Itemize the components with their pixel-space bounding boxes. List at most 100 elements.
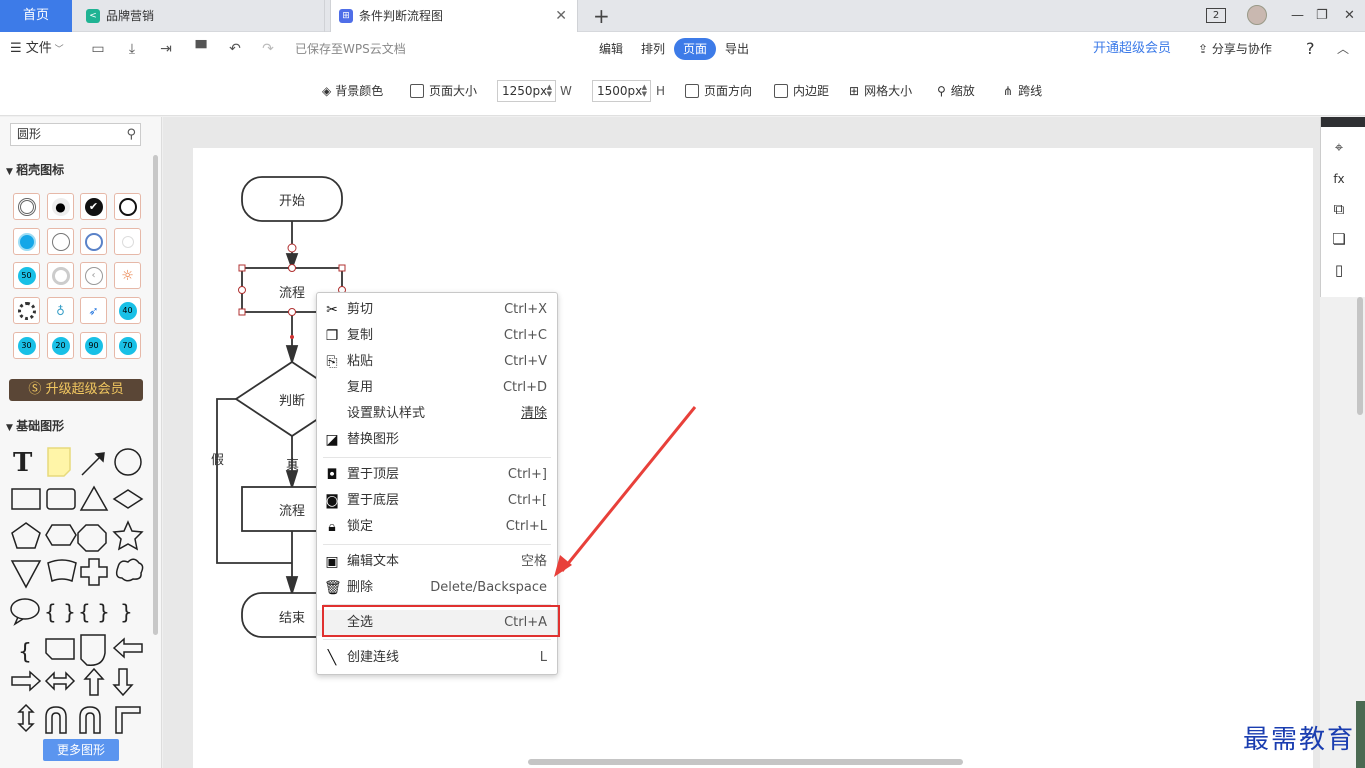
clear-style-link[interactable]: 清除: [521, 401, 547, 427]
grid-icon-item[interactable]: 70: [114, 332, 141, 359]
page-size-button[interactable]: 页面大小: [410, 66, 477, 116]
grid-icon-item[interactable]: [80, 228, 107, 255]
tab-export[interactable]: 导出: [716, 38, 758, 60]
add-tab-button[interactable]: +: [593, 0, 610, 32]
menu-item-lock[interactable]: 🔒︎ 锁定 Ctrl+L: [317, 514, 557, 540]
bg-color-button[interactable]: ◈ 背景颜色: [322, 66, 383, 116]
spinner-icon[interactable]: ▲ ▼: [547, 84, 552, 98]
right-tool-bar: ⌖ fx ⧉ ❏ ▯: [1320, 117, 1365, 297]
jump-line-icon: ⋔: [1003, 84, 1014, 98]
menu-item-cut[interactable]: ✂ 剪切 Ctrl+X: [317, 297, 557, 323]
tab-label: 品牌营销: [106, 9, 155, 23]
menu-item-default-style[interactable]: 设置默认样式 清除: [317, 401, 557, 427]
grid-icon-item[interactable]: [13, 228, 40, 255]
tab-arrange[interactable]: 排列: [632, 38, 674, 60]
grid-icon-item[interactable]: 50: [13, 262, 40, 289]
file-menu[interactable]: ☰ 文件 ﹀: [10, 32, 64, 66]
menu-item-paste[interactable]: ⎘ 粘贴 Ctrl+V: [317, 349, 557, 375]
vip-link[interactable]: 开通超级会员: [1093, 32, 1171, 66]
grid-icon-item[interactable]: ➶: [80, 297, 107, 324]
menu-item-edit-text[interactable]: ▣ 编辑文本 空格: [317, 549, 557, 575]
spinner-icon[interactable]: ▲ ▼: [642, 84, 647, 98]
menu-label: 复用: [347, 380, 374, 395]
tab-page[interactable]: 页面: [674, 38, 717, 60]
grid-icon-item[interactable]: [13, 297, 40, 324]
coin-icon: Ⓢ: [28, 382, 46, 397]
tab-flowchart[interactable]: ⊞ 条件判断流程图 ✕: [330, 0, 578, 32]
menu-item-send-back[interactable]: ◙ 置于底层 Ctrl+[: [317, 488, 557, 514]
menu-label: 复制: [347, 328, 374, 343]
minimize-icon[interactable]: —: [1291, 0, 1304, 32]
line-icon: ╲: [327, 650, 337, 666]
flask-icon: ♁: [56, 303, 65, 318]
grid-icon-item[interactable]: 30: [13, 332, 40, 359]
grid-icon-item[interactable]: [13, 193, 40, 220]
padding-button[interactable]: 内边距: [774, 66, 829, 116]
grid-icon-item[interactable]: 90: [80, 332, 107, 359]
upgrade-vip-button[interactable]: Ⓢ 升级超级会员: [9, 379, 143, 401]
jump-line-label: 跨线: [1018, 84, 1043, 98]
avatar[interactable]: [1247, 5, 1267, 25]
menu-item-duplicate[interactable]: 复用 Ctrl+D: [317, 375, 557, 401]
format-painter-icon[interactable]: ▀: [193, 41, 209, 57]
save-icon[interactable]: ▭: [90, 41, 106, 57]
grid-icon-item[interactable]: [47, 228, 74, 255]
grid-icon-item[interactable]: ●: [47, 193, 74, 220]
formula-icon[interactable]: fx: [1329, 169, 1349, 189]
menu-item-bring-front[interactable]: ◘ 置于顶层 Ctrl+]: [317, 462, 557, 488]
collapse-icon[interactable]: ︿: [1337, 32, 1349, 66]
close-icon[interactable]: ✕: [555, 0, 567, 32]
orientation-button[interactable]: 页面方向: [685, 66, 752, 116]
zoom-button[interactable]: ⚲ 缩放: [937, 66, 975, 116]
height-input[interactable]: 1500px ▲ ▼: [592, 80, 651, 102]
number-badge-icon: 70: [118, 336, 137, 355]
menu-item-copy[interactable]: ❐ 复制 Ctrl+C: [317, 323, 557, 349]
tab-edit[interactable]: 编辑: [590, 38, 632, 60]
ring-icon: [17, 197, 36, 216]
grid-icon-item[interactable]: [47, 262, 74, 289]
grid-icon: ⊞: [849, 84, 860, 98]
grid-icon-item[interactable]: [114, 228, 141, 255]
menu-label: 置于顶层: [347, 467, 400, 482]
left-scrollbar[interactable]: [153, 155, 158, 635]
navigate-icon[interactable]: ⌖: [1329, 137, 1349, 157]
jump-line-button[interactable]: ⋔ 跨线: [1003, 66, 1042, 116]
page-icon[interactable]: ▯: [1329, 260, 1349, 280]
grid-icon-item[interactable]: 20: [47, 332, 74, 359]
grid-icon-item[interactable]: ✔: [80, 193, 107, 220]
redo-icon[interactable]: ↷: [260, 41, 276, 57]
window-count-badge[interactable]: 2: [1206, 8, 1226, 23]
watermark: 最需教育: [1243, 725, 1356, 755]
search-icon[interactable]: ⚲: [126, 124, 136, 145]
horizontal-scrollbar[interactable]: [528, 759, 963, 765]
menu-item-delete[interactable]: 🗑︎ 删除 Delete/Backspace: [317, 575, 557, 601]
pages-icon[interactable]: ❏: [1329, 229, 1349, 249]
grid-icon-item[interactable]: ☼: [114, 262, 141, 289]
more-shapes-button[interactable]: 更多图形: [43, 739, 119, 761]
tab-home[interactable]: 首页: [0, 0, 72, 32]
export-icon[interactable]: ⇥: [158, 41, 174, 57]
vertical-scrollbar[interactable]: [1357, 297, 1363, 415]
help-button[interactable]: ?: [1306, 32, 1315, 66]
restore-icon[interactable]: ❐: [1316, 0, 1328, 32]
right-bar-header: [1321, 117, 1365, 127]
grid-size-button[interactable]: ⊞ 网格大小: [849, 66, 912, 116]
grid-icon-item[interactable]: 40: [114, 297, 141, 324]
circle-outline-icon: [118, 197, 137, 216]
menu-item-create-line[interactable]: ╲ 创建连线 L: [317, 645, 557, 671]
section-basic-shapes[interactable]: ▼ 基础图形: [6, 417, 64, 434]
width-input[interactable]: 1250px ▲ ▼: [497, 80, 556, 102]
window-close-icon[interactable]: ✕: [1344, 0, 1355, 32]
grid-icon-item[interactable]: ‹: [80, 262, 107, 289]
crop-icon[interactable]: ⧉: [1329, 199, 1349, 219]
section-docer-icons[interactable]: ▼ 稻壳图标: [6, 161, 64, 178]
basic-shapes-grid[interactable]: T { } { } } {: [8, 443, 148, 743]
share-button[interactable]: ⇪ 分享与协作: [1198, 32, 1272, 66]
grid-icon-item[interactable]: ♁: [47, 297, 74, 324]
undo-icon[interactable]: ↶: [227, 41, 243, 57]
shape-search-input[interactable]: 圆形 ⚲: [10, 123, 141, 146]
download-icon[interactable]: ⤓: [124, 41, 140, 57]
tab-brand-marketing[interactable]: < 品牌营销: [80, 0, 325, 32]
menu-item-replace-shape[interactable]: ◪ 替换图形: [317, 427, 557, 453]
grid-icon-item[interactable]: [114, 193, 141, 220]
